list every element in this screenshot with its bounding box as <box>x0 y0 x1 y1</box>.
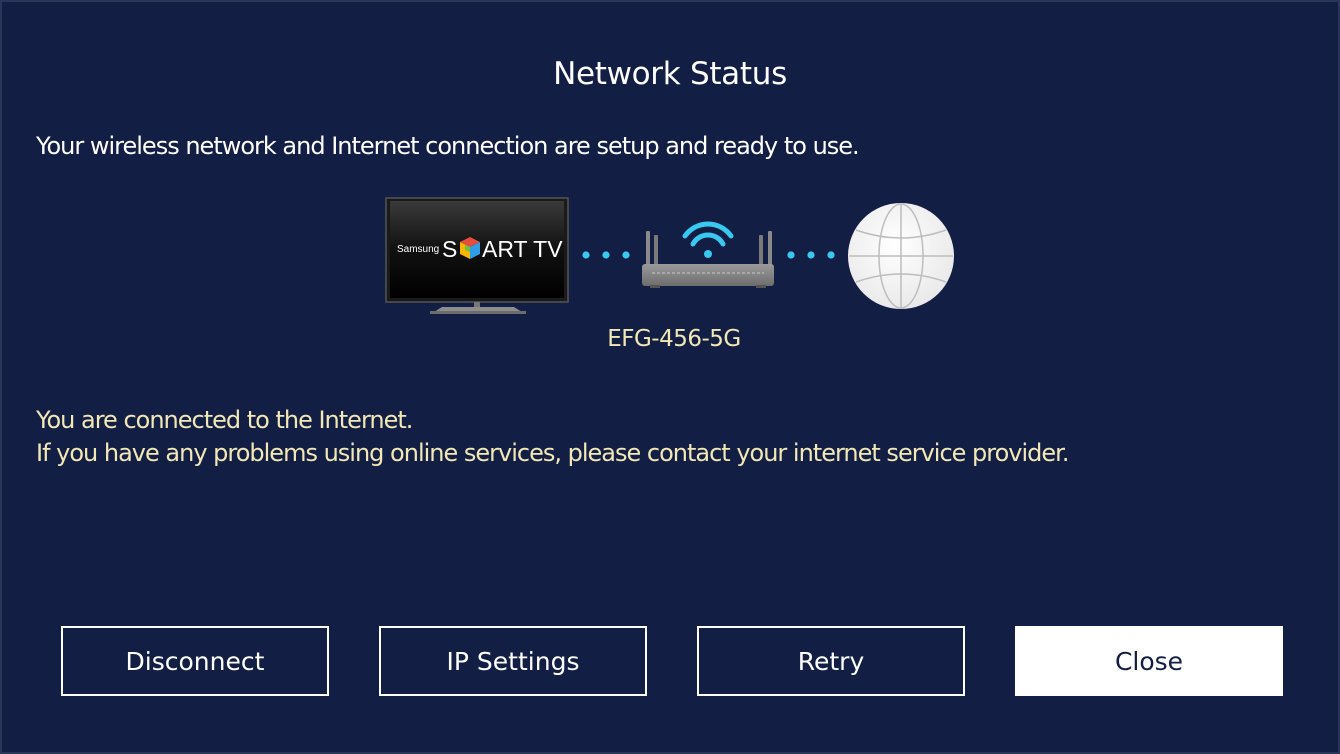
retry-button[interactable]: Retry <box>697 626 965 696</box>
disconnect-button[interactable]: Disconnect <box>61 626 329 696</box>
globe-icon <box>848 203 954 309</box>
tv-logo-suffix: ART TV <box>482 236 563 262</box>
close-button[interactable]: Close <box>1015 626 1283 696</box>
status-line-2: If you have any problems using online se… <box>36 439 1069 467</box>
link-dots-left <box>582 251 630 259</box>
connection-status: You are connected to the Internet. If yo… <box>36 404 1069 470</box>
tv-logo-prefix: S <box>442 236 457 262</box>
connection-diagram: Samsung S ART TV <box>385 197 954 314</box>
wifi-icon <box>682 221 734 258</box>
tv-icon: Samsung S ART TV <box>385 197 569 314</box>
ip-settings-button[interactable]: IP Settings <box>379 626 647 696</box>
status-line-1: You are connected to the Internet. <box>36 406 413 434</box>
tv-brand-label: Samsung <box>397 244 439 255</box>
router-icon <box>642 231 774 288</box>
network-name: EFG-456-5G <box>607 326 741 352</box>
network-status-screen: Network Status Your wireless network and… <box>0 0 1340 754</box>
link-dots-right <box>787 251 835 259</box>
